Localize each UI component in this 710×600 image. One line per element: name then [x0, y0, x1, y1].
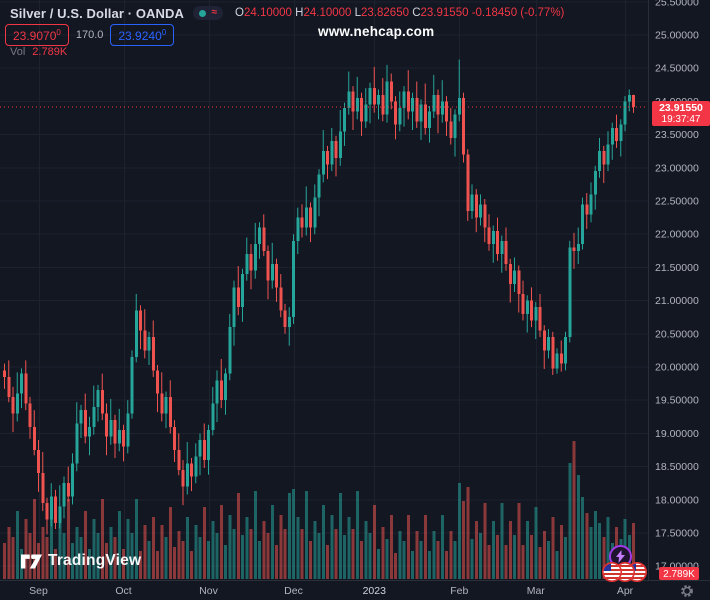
- market-status-icon[interactable]: ≈: [193, 6, 224, 20]
- price-axis-label: 17.50000: [655, 528, 699, 540]
- open-value: 24.10000: [243, 7, 292, 19]
- price-axis-label: 18.50000: [655, 461, 699, 473]
- time-axis-label: Sep: [29, 585, 48, 597]
- price-axis-label: 25.50000: [655, 0, 699, 8]
- tradingview-chart-window: 25.5000025.0000024.5000024.0000023.50000…: [0, 0, 710, 600]
- instrument-flags-button[interactable]: [601, 561, 648, 588]
- buy-ask-button[interactable]: 23.92400: [110, 24, 175, 46]
- price-axis-label: 25.00000: [655, 30, 699, 42]
- price-axis-label: 23.50000: [655, 129, 699, 141]
- ohlc-readout: O24.10000 H24.10000 L23.82650 C23.91550 …: [235, 7, 565, 19]
- close-value: 23.91550: [420, 7, 469, 19]
- spread-value: 170.0: [75, 29, 104, 41]
- high-value: 24.10000: [303, 7, 352, 19]
- gear-icon: [681, 585, 693, 597]
- volume-value: 2.789K: [32, 46, 68, 58]
- time-axis-label: 2023: [363, 585, 387, 597]
- bar-countdown: 19:37:47: [662, 114, 701, 125]
- market-open-dot-icon: [198, 9, 206, 17]
- price-axis-label: 21.00000: [655, 295, 699, 307]
- price-axis-label: 18.00000: [655, 494, 699, 506]
- volume-readout: Vol 2.789K: [10, 46, 68, 58]
- symbol-title[interactable]: Silver / U.S. Dollar · OANDA: [10, 6, 184, 21]
- price-axis-label: 19.50000: [655, 395, 699, 407]
- change-value: -0.18450 (-0.77%): [471, 7, 565, 19]
- price-axis-label: 19.00000: [655, 428, 699, 440]
- price-axis-label: 24.50000: [655, 63, 699, 75]
- price-axis-label: 20.50000: [655, 328, 699, 340]
- candles-layer: [3, 59, 635, 535]
- tradingview-logo[interactable]: TradingView: [21, 552, 141, 570]
- time-axis-label: Oct: [115, 585, 131, 597]
- price-axis-label: 22.50000: [655, 196, 699, 208]
- price-axis[interactable]: 25.5000025.0000024.5000024.0000023.50000…: [655, 0, 699, 573]
- price-axis-label: 20.00000: [655, 362, 699, 374]
- time-axis-label: Mar: [527, 585, 546, 597]
- time-axis-label: Feb: [450, 585, 468, 597]
- time-axis[interactable]: Sep Oct Nov Dec 2023 Feb Mar Apr: [29, 585, 634, 597]
- tradingview-logo-text: TradingView: [48, 552, 142, 569]
- price-axis-label: 22.00000: [655, 229, 699, 241]
- grid-layer: [0, 0, 648, 580]
- price-scale-settings-button[interactable]: [680, 584, 695, 597]
- low-value: 23.82650: [361, 7, 409, 19]
- last-price-badge: 23.9155019:37:47: [652, 101, 710, 126]
- volume-badge: 2.789K: [659, 567, 699, 580]
- time-axis-label: Dec: [284, 585, 303, 597]
- tradingview-mark-icon: [21, 554, 42, 568]
- delayed-data-wave-icon: ≈: [211, 7, 218, 18]
- sell-bid-button[interactable]: 23.90700: [5, 24, 69, 46]
- volume-badge-value: 2.789K: [663, 569, 695, 580]
- price-axis-label: 21.50000: [655, 262, 699, 274]
- price-axis-label: 23.00000: [655, 162, 699, 174]
- site-watermark: www.nehcap.com: [318, 24, 435, 39]
- last-price-value: 23.91550: [659, 102, 703, 114]
- time-axis-label: Nov: [199, 585, 218, 597]
- price-chart-canvas[interactable]: 25.5000025.0000024.5000024.0000023.50000…: [0, 0, 710, 600]
- us-flags-icon: [602, 562, 647, 582]
